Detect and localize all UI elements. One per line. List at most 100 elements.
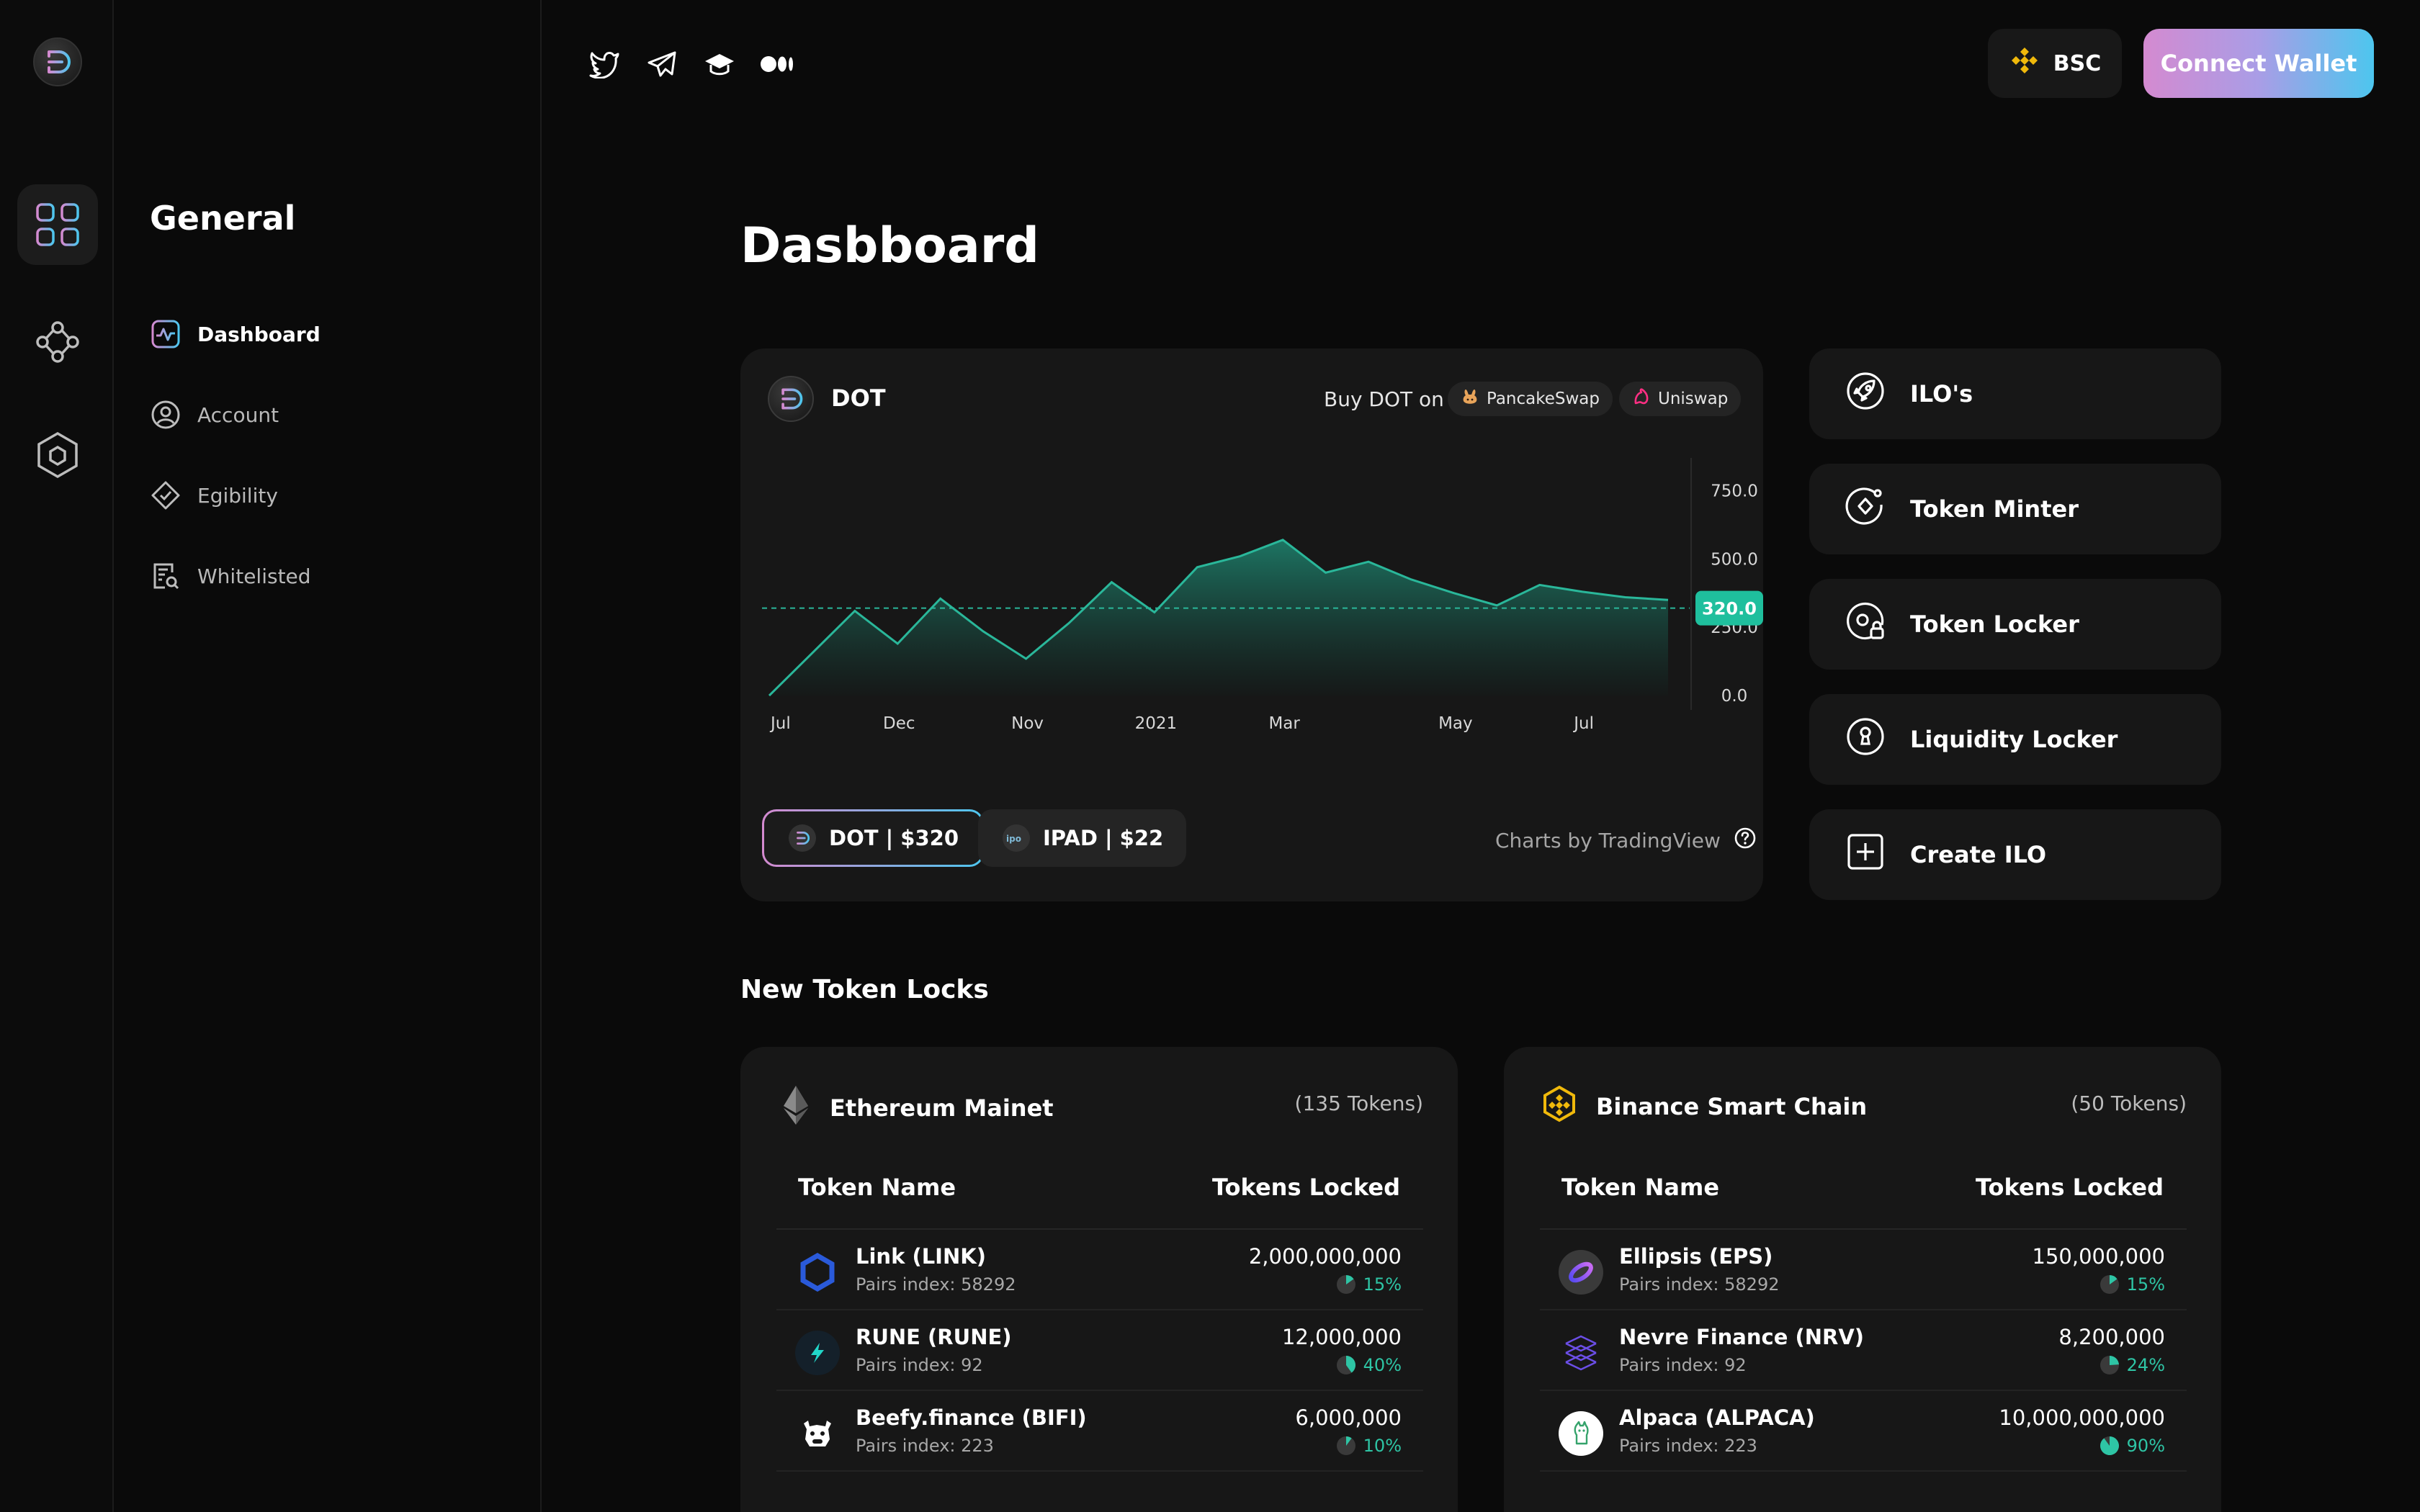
token-pct-label: 15% xyxy=(2126,1274,2165,1295)
network-nodes-icon[interactable] xyxy=(17,300,98,380)
sidebar-item-dashboard[interactable]: Dashboard xyxy=(150,314,321,354)
ethereum-icon xyxy=(779,1084,812,1132)
hexagon-settings-icon[interactable] xyxy=(17,415,98,495)
beefy-cow-icon xyxy=(795,1411,840,1456)
token-pairs: Pairs index: 223 xyxy=(856,1436,994,1456)
bnb-icon xyxy=(1540,1084,1579,1129)
create-ilo-card[interactable]: Create ILO xyxy=(1809,809,2221,900)
dex-label: Uniswap xyxy=(1658,390,1729,408)
credit-label: Charts by TradingView xyxy=(1495,829,1721,852)
coin-name: DOT xyxy=(831,384,886,412)
table-row[interactable]: Ellipsis (EPS) Pairs index: 58292 150,00… xyxy=(1540,1230,2187,1310)
sidebar-item-label: Account xyxy=(197,402,279,427)
dot-coin-icon xyxy=(789,824,816,852)
twitter-icon[interactable] xyxy=(585,45,624,84)
eth-locks-header: Ethereum Mainet xyxy=(779,1084,1054,1132)
token-pill-ipad[interactable]: ipo IPAD | $22 xyxy=(978,809,1187,867)
price-chart-card: DOT Buy DOT on PancakeSwap Uniswap 750.0… xyxy=(740,348,1763,901)
token-amount: 150,000,000 xyxy=(2032,1244,2166,1269)
medium-icon[interactable] xyxy=(758,45,797,84)
ipad-coin-icon: ipo xyxy=(1003,824,1030,852)
bsc-locks-card: Binance Smart Chain (50 Tokens) Token Na… xyxy=(1504,1047,2221,1512)
apps-grid-icon[interactable] xyxy=(17,184,98,265)
x-tick-label: Jul xyxy=(769,714,791,733)
token-percent: 15% xyxy=(2099,1274,2165,1295)
progress-pie-icon xyxy=(1336,1436,1355,1455)
svg-text:ipo: ipo xyxy=(1006,834,1021,844)
token-pill-label: DOT | $320 xyxy=(829,826,959,850)
uniswap-link[interactable]: Uniswap xyxy=(1619,382,1742,416)
token-name: Beefy.finance (BIFI) xyxy=(856,1405,1087,1430)
token-pairs: Pairs index: 58292 xyxy=(856,1274,1016,1295)
token-amount: 12,000,000 xyxy=(1281,1325,1402,1349)
x-tick-label: May xyxy=(1438,714,1473,733)
nerve-lattice-icon xyxy=(1559,1331,1603,1375)
network-select-button[interactable]: BSC xyxy=(1988,29,2122,98)
token-amount: 6,000,000 xyxy=(1295,1405,1402,1430)
keyhole-icon xyxy=(1845,716,1886,762)
activity-chart-icon xyxy=(150,318,182,350)
token-pill-label: IPAD | $22 xyxy=(1043,826,1164,850)
progress-pie-icon xyxy=(1336,1275,1355,1294)
tradingview-credit[interactable]: Charts by TradingView xyxy=(1495,827,1757,855)
token-amount: 10,000,000,000 xyxy=(1999,1405,2165,1430)
lock-coin-icon xyxy=(1845,601,1886,647)
sidebar-item-label: Egibility xyxy=(197,483,278,508)
sidebar-item-account[interactable]: Account xyxy=(150,395,279,435)
y-tick-label: 750.0 xyxy=(1711,482,1758,501)
chain-name: Binance Smart Chain xyxy=(1596,1093,1868,1120)
table-row[interactable]: Link (LINK) Pairs index: 58292 2,000,000… xyxy=(776,1230,1423,1310)
token-count: (135 Tokens) xyxy=(1294,1092,1423,1115)
col-tokens-locked: Tokens Locked xyxy=(1975,1174,2164,1201)
table-row[interactable]: Nevre Finance (NRV) Pairs index: 92 8,20… xyxy=(1540,1310,2187,1391)
price-area-chart[interactable]: 750.0500.0250.00.0320.0Jul Dec Nov 2021 Mar M… xyxy=(740,449,1763,795)
table-row[interactable]: RUNE (RUNE) Pairs index: 92 12,000,000 4… xyxy=(776,1310,1423,1391)
action-label: Token Locker xyxy=(1910,611,2079,638)
col-token-name: Token Name xyxy=(798,1174,956,1201)
token-percent: 40% xyxy=(1336,1355,1402,1375)
sidebar-item-label: Dashboard xyxy=(197,322,321,346)
token-minter-card[interactable]: Token Minter xyxy=(1809,464,2221,554)
action-label: ILO's xyxy=(1910,380,1973,408)
network-label: BSC xyxy=(2053,50,2102,76)
token-pct-label: 10% xyxy=(1363,1436,1402,1456)
token-locker-card[interactable]: Token Locker xyxy=(1809,579,2221,670)
action-label: Liquidity Locker xyxy=(1910,726,2118,753)
sidebar-item-whitelisted[interactable]: Whitelisted xyxy=(150,556,311,596)
x-tick-label: Mar xyxy=(1268,714,1300,733)
token-pct-label: 24% xyxy=(2126,1355,2165,1375)
chainlink-icon xyxy=(795,1250,840,1295)
liquidity-locker-card[interactable]: Liquidity Locker xyxy=(1809,694,2221,785)
bnb-icon xyxy=(2009,45,2040,82)
help-circle-icon[interactable] xyxy=(1734,827,1757,855)
token-pct-label: 40% xyxy=(1363,1355,1402,1375)
chain-name: Ethereum Mainet xyxy=(830,1094,1054,1122)
table-row[interactable]: Alpaca (ALPACA) Pairs index: 223 10,000,… xyxy=(1540,1391,2187,1472)
action-label: Token Minter xyxy=(1910,495,2079,523)
token-count: (50 Tokens) xyxy=(2071,1092,2187,1115)
sidebar-item-label: Whitelisted xyxy=(197,564,311,588)
ilos-card[interactable]: ILO's xyxy=(1809,348,2221,439)
pancakeswap-link[interactable]: PancakeSwap xyxy=(1448,382,1613,416)
token-pill-dot[interactable]: DOT | $320 xyxy=(762,809,984,867)
action-label: Create ILO xyxy=(1910,841,2047,868)
telegram-icon[interactable] xyxy=(642,45,681,84)
token-name: Link (LINK) xyxy=(856,1244,986,1269)
token-pairs: Pairs index: 223 xyxy=(1619,1436,1757,1456)
token-amount: 8,200,000 xyxy=(2058,1325,2165,1349)
bsc-locks-header: Binance Smart Chain xyxy=(1540,1084,1867,1129)
graduation-cap-icon[interactable] xyxy=(700,45,739,84)
sidebar-item-egibility[interactable]: Egibility xyxy=(150,475,278,516)
x-tick-label: 2021 xyxy=(1135,714,1178,733)
progress-pie-icon xyxy=(2099,1436,2119,1455)
x-tick-label: Jul xyxy=(1572,714,1594,733)
token-amount: 2,000,000,000 xyxy=(1248,1244,1402,1269)
connect-wallet-button[interactable]: Connect Wallet xyxy=(2143,29,2374,98)
sidebar-title: General xyxy=(150,199,296,238)
app-logo-icon[interactable] xyxy=(33,37,82,86)
y-tick-label: 0.0 xyxy=(1721,687,1748,706)
token-percent: 24% xyxy=(2099,1355,2165,1375)
icon-rail xyxy=(0,0,114,1512)
table-row[interactable]: Beefy.finance (BIFI) Pairs index: 223 6,… xyxy=(776,1391,1423,1472)
progress-pie-icon xyxy=(1336,1356,1355,1374)
